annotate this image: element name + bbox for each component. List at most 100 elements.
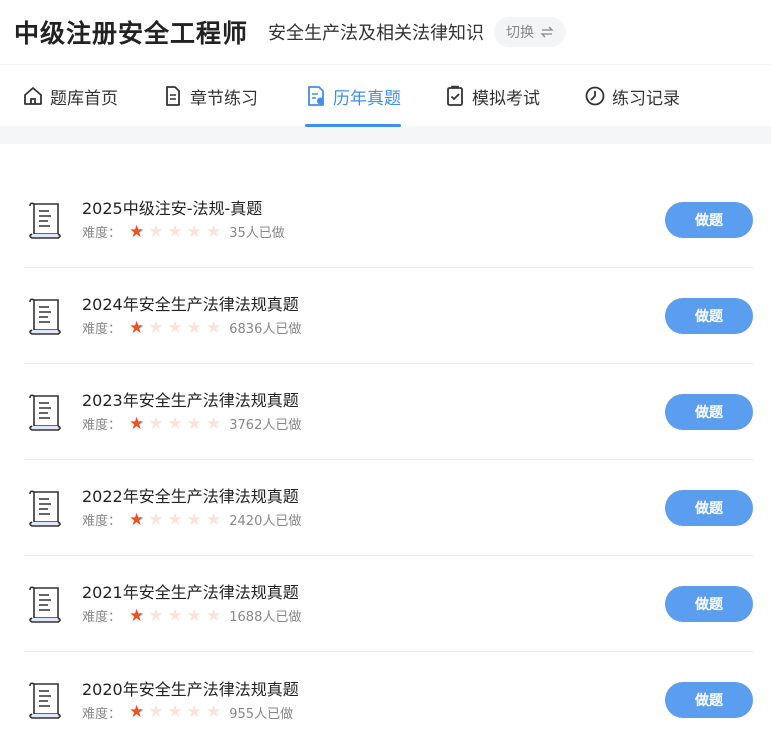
do-exercise-button[interactable]: 做题 [665, 682, 753, 718]
switch-subject-button[interactable]: 切换 [494, 17, 567, 47]
do-exercise-button[interactable]: 做题 [665, 201, 753, 238]
list-item[interactable]: 2022年安全生产法律法规真题 难度： ★ ★ ★ ★ ★ 2420人已做 做题 [24, 460, 753, 556]
header: 中级注册安全工程师 安全生产法及相关法律知识 切换 [0, 0, 771, 64]
difficulty-row: 难度： ★ ★ ★ ★ ★ 2420人已做 [82, 510, 665, 530]
tab-label: 模拟考试 [472, 88, 540, 109]
item-info: 2024年安全生产法律法规真题难度： ★ ★ ★ ★ ★ 6836人已做 [82, 294, 665, 337]
list-item[interactable]: 2024年安全生产法律法规真题难度： ★ ★ ★ ★ ★ 6836人已做 做题 [24, 268, 753, 364]
difficulty-row: 难度： ★ ★ ★ ★ ★ 955人已做 [82, 703, 665, 722]
star-empty-icon: ★ [167, 509, 183, 530]
tab-chapter-practice[interactable]: 章节练习 [162, 65, 258, 127]
exam-title[interactable]: 2024年安全生产法律法规真题 [82, 294, 665, 316]
exam-title[interactable]: 2020年安全生产法律法规真题 [82, 679, 665, 701]
switch-label: 切换 [506, 25, 535, 41]
star-empty-icon: ★ [186, 413, 203, 434]
star-filled-icon: ★ [129, 413, 145, 434]
difficulty-row: 难度： ★ ★ ★ ★ ★ 35人已做 [82, 222, 665, 242]
tab-mock-exam[interactable]: 模拟考试 [444, 65, 540, 127]
item-info: 2020年安全生产法律法规真题难度： ★ ★ ★ ★ ★ 955人已做 [82, 679, 665, 722]
difficulty-stars: ★ ★ ★ ★ ★ [129, 319, 221, 337]
tab-label: 练习记录 [612, 88, 680, 109]
star-empty-icon: ★ [148, 413, 164, 434]
done-count: 3762人已做 [229, 418, 302, 433]
difficulty-stars: ★ ★ ★ ★ ★ [129, 223, 221, 241]
star-filled-icon: ★ [129, 221, 145, 242]
star-empty-icon: ★ [167, 702, 183, 722]
tab-question-bank-home[interactable]: 题库首页 [22, 65, 118, 127]
difficulty-stars: ★ ★ ★ ★ ★ [129, 511, 221, 529]
item-info: 2022年安全生产法律法规真题 难度： ★ ★ ★ ★ ★ 2420人已做 [82, 486, 665, 529]
done-count: 955人已做 [229, 706, 294, 722]
home-icon [22, 85, 44, 107]
star-empty-icon: ★ [167, 605, 183, 626]
nav-tabs: 题库首页 章节练习 历年真题 模拟考试 练习记录 [0, 64, 771, 127]
difficulty-label: 难度： [82, 418, 122, 433]
document-icon [162, 85, 184, 107]
do-exercise-button[interactable]: 做题 [665, 393, 753, 430]
star-filled-icon: ★ [129, 317, 145, 338]
do-exercise-button[interactable]: 做题 [665, 585, 753, 622]
exam-papers-icon [305, 85, 327, 107]
difficulty-stars: ★ ★ ★ ★ ★ [129, 703, 221, 721]
do-exercise-button[interactable]: 做题 [665, 297, 753, 334]
list-item[interactable]: 2020年安全生产法律法规真题难度： ★ ★ ★ ★ ★ 955人已做 做题 [24, 652, 753, 741]
difficulty-stars: ★ ★ ★ ★ ★ [129, 607, 221, 625]
star-empty-icon: ★ [206, 702, 222, 722]
tab-label: 历年真题 [333, 88, 401, 109]
item-info: 2023年安全生产法律法规真题难度： ★ ★ ★ ★ ★ 3762人已做 [82, 390, 665, 433]
star-empty-icon: ★ [148, 317, 164, 338]
checklist-icon [444, 85, 466, 107]
clock-icon [584, 85, 606, 107]
exam-paper-list: 2025中级注安-法规-真题 难度： ★ ★ ★ ★ ★ 35人已做 做题 2024年安全生产法律… [0, 172, 771, 741]
tab-label: 题库首页 [50, 88, 118, 109]
item-info: 2025中级注安-法规-真题 难度： ★ ★ ★ ★ ★ 35人已做 [82, 198, 665, 241]
tab-practice-records[interactable]: 练习记录 [584, 65, 680, 127]
exam-title[interactable]: 2021年安全生产法律法规真题 [82, 582, 665, 604]
star-empty-icon: ★ [206, 509, 222, 530]
star-empty-icon: ★ [186, 509, 203, 530]
star-filled-icon: ★ [129, 605, 145, 626]
certificate-title: 中级注册安全工程师 [14, 19, 249, 48]
difficulty-row: 难度： ★ ★ ★ ★ ★ 1688人已做 [82, 606, 665, 626]
star-empty-icon: ★ [206, 221, 222, 242]
difficulty-row: 难度： ★ ★ ★ ★ ★ 3762人已做 [82, 414, 665, 434]
star-filled-icon: ★ [129, 509, 145, 530]
difficulty-label: 难度： [82, 610, 122, 625]
exam-title[interactable]: 2022年安全生产法律法规真题 [82, 486, 665, 508]
do-exercise-button[interactable]: 做题 [665, 489, 753, 526]
list-item[interactable]: 2025中级注安-法规-真题 难度： ★ ★ ★ ★ ★ 35人已做 做题 [24, 172, 753, 268]
swap-arrows-icon [540, 26, 554, 38]
list-item[interactable]: 2021年安全生产法律法规真题难度： ★ ★ ★ ★ ★ 1688人已做 做题 [24, 556, 753, 652]
list-item[interactable]: 2023年安全生产法律法规真题难度： ★ ★ ★ ★ ★ 3762人已做 做题 [24, 364, 753, 460]
star-empty-icon: ★ [186, 317, 203, 338]
done-count: 6836人已做 [229, 322, 302, 337]
star-empty-icon: ★ [148, 702, 164, 722]
star-empty-icon: ★ [167, 317, 183, 338]
tab-label: 章节练习 [190, 88, 258, 109]
subject-title[interactable]: 安全生产法及相关法律知识 [268, 19, 484, 45]
exam-document-icon [24, 198, 68, 242]
star-empty-icon: ★ [167, 221, 183, 242]
item-info: 2021年安全生产法律法规真题难度： ★ ★ ★ ★ ★ 1688人已做 [82, 582, 665, 625]
done-count: 35人已做 [229, 226, 285, 241]
difficulty-label: 难度： [82, 322, 122, 337]
star-empty-icon: ★ [186, 605, 203, 626]
done-count: 2420人已做 [229, 514, 302, 529]
star-empty-icon: ★ [186, 702, 203, 722]
difficulty-label: 难度： [82, 514, 122, 529]
star-empty-icon: ★ [167, 413, 183, 434]
star-empty-icon: ★ [148, 605, 164, 626]
done-count: 1688人已做 [229, 610, 302, 625]
difficulty-row: 难度： ★ ★ ★ ★ ★ 6836人已做 [82, 318, 665, 338]
exam-document-icon [24, 582, 68, 626]
section-divider [0, 126, 771, 144]
difficulty-label: 难度： [82, 706, 122, 722]
exam-document-icon [24, 294, 68, 338]
exam-document-icon [24, 390, 68, 434]
difficulty-stars: ★ ★ ★ ★ ★ [129, 415, 221, 433]
star-empty-icon: ★ [148, 221, 164, 242]
exam-title[interactable]: 2025中级注安-法规-真题 [82, 198, 665, 220]
tab-past-exam-papers[interactable]: 历年真题 [305, 65, 401, 127]
star-empty-icon: ★ [148, 509, 164, 530]
exam-title[interactable]: 2023年安全生产法律法规真题 [82, 390, 665, 412]
